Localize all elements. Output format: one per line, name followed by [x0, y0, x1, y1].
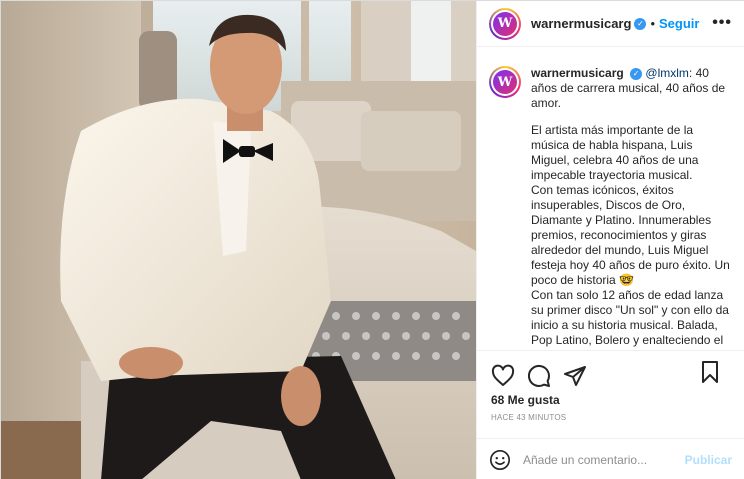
- caption-text: warnermusicarg ✓ @lmxlm: 40 años de carr…: [531, 66, 734, 350]
- post-side-panel: W warnermusicarg ✓ • Seguir ••• W warner…: [476, 1, 744, 479]
- caption-paragraph-3: Con tan solo 12 años de edad lanza su pr…: [531, 288, 729, 350]
- verified-badge-icon: ✓: [634, 17, 647, 30]
- caption-avatar-ring: W: [491, 68, 519, 96]
- comment-icon[interactable]: [527, 364, 551, 388]
- comment-bar: Publicar: [477, 438, 744, 479]
- post-timestamp[interactable]: Hace 43 minutos: [491, 413, 566, 422]
- caption-paragraph-1: El artista más importante de la música d…: [531, 123, 699, 182]
- instagram-post: W warnermusicarg ✓ • Seguir ••• W warner…: [0, 0, 744, 479]
- post-header: W warnermusicarg ✓ • Seguir •••: [477, 1, 744, 47]
- mention-link[interactable]: @lmxlm: [645, 66, 689, 80]
- caption-avatar[interactable]: W: [489, 66, 521, 98]
- likes-count[interactable]: 68 Me gusta: [491, 393, 560, 407]
- caption-verified-badge-icon: ✓: [630, 67, 643, 80]
- post-photo[interactable]: [1, 1, 476, 479]
- smiley-icon[interactable]: [489, 449, 511, 471]
- action-bar: [477, 350, 744, 390]
- avatar-ring: W: [491, 9, 519, 38]
- follow-button[interactable]: Seguir: [659, 16, 699, 31]
- more-options-icon[interactable]: •••: [712, 14, 732, 32]
- caption-area[interactable]: W warnermusicarg ✓ @lmxlm: 40 años de ca…: [477, 48, 744, 350]
- caption-paragraph-2: Con temas icónicos, éxitos insuperables,…: [531, 183, 730, 287]
- caption-username-link[interactable]: warnermusicarg: [531, 66, 624, 80]
- publish-button[interactable]: Publicar: [685, 453, 732, 467]
- paper-plane-icon[interactable]: [563, 364, 587, 388]
- header-separator: •: [650, 16, 655, 31]
- avatar-logo: W: [493, 11, 517, 36]
- heart-icon[interactable]: [491, 364, 515, 388]
- caption-row: W warnermusicarg ✓ @lmxlm: 40 años de ca…: [489, 66, 734, 350]
- avatar[interactable]: W: [489, 7, 521, 40]
- caption-avatar-logo: W: [493, 70, 517, 94]
- username-link[interactable]: warnermusicarg: [531, 16, 631, 31]
- portrait-illustration: [1, 1, 476, 479]
- bookmark-icon[interactable]: [698, 360, 722, 384]
- comment-input[interactable]: [523, 452, 683, 467]
